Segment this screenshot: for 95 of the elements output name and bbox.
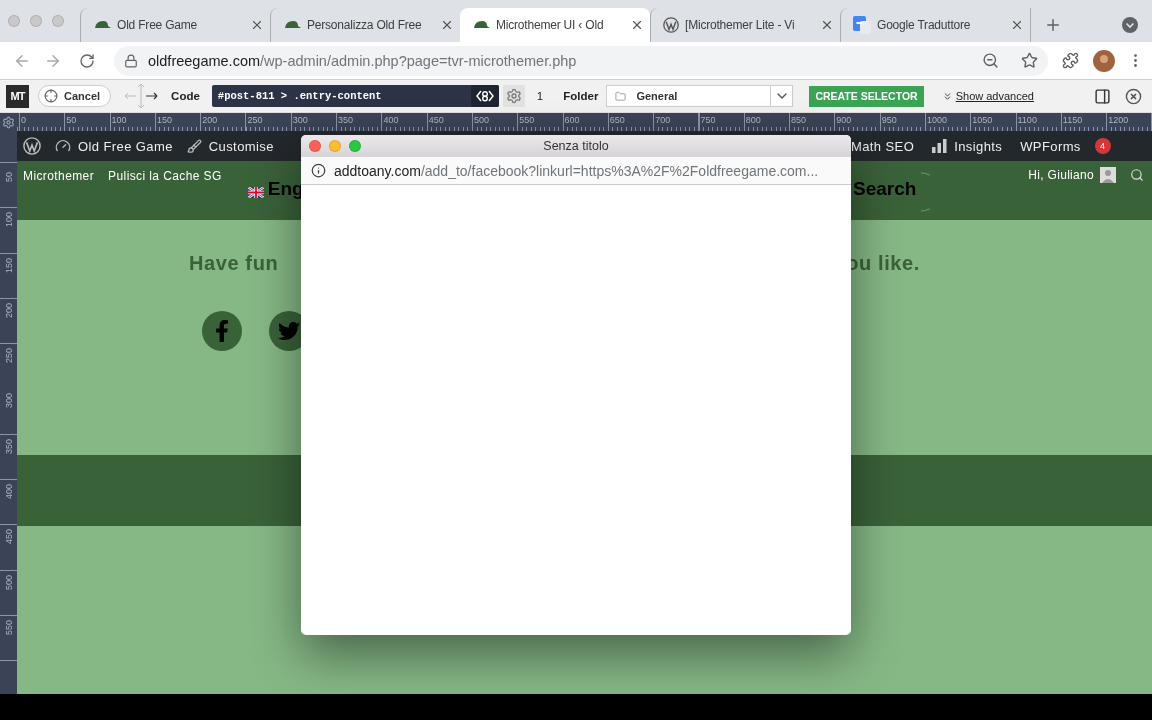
ruler-label: 750 [699, 114, 716, 127]
ruler-label: 1100 [1016, 114, 1037, 127]
ruler-label: 450 [427, 114, 444, 127]
address-bar[interactable]: oldfreegame.com/wp-admin/admin.php?page=tvr-microthemer.php [114, 45, 1049, 76]
crosshair-icon [44, 89, 58, 103]
code-label: Code [171, 90, 200, 102]
ruler-label: 150 [3, 256, 14, 273]
info-icon[interactable] [311, 163, 326, 178]
settings-icon[interactable] [2, 115, 15, 129]
ruler-label: 50 [65, 114, 77, 127]
ruler-label: 500 [3, 573, 14, 590]
ruler-label: 300 [291, 114, 308, 127]
ruler-label: 200 [3, 301, 14, 318]
header-menu-link[interactable]: Pulisci la Cache SG [108, 169, 222, 183]
ruler-label: 500 [472, 114, 489, 127]
selector-field[interactable]: #post-811 > .entry-content [211, 85, 499, 107]
ruler-label: 400 [382, 114, 399, 127]
cap-icon [472, 20, 490, 30]
dashboard-icon [55, 138, 71, 154]
star-icon[interactable] [1021, 52, 1039, 69]
close-icon[interactable] [1010, 18, 1024, 32]
ruler-label: 200 [201, 114, 218, 127]
ruler-label: 550 [518, 114, 535, 127]
ruler-label: 800 [744, 114, 761, 127]
bar-chart-icon [932, 139, 948, 153]
close-icon[interactable] [1125, 87, 1142, 105]
ruler-label: 950 [880, 114, 897, 127]
admin-bar-item[interactable]: Insights [932, 138, 1003, 154]
selector-count: 1 [536, 90, 544, 102]
ruler-label: 350 [3, 437, 14, 454]
heading: Have fun [189, 252, 279, 275]
ruler-label: 850 [790, 114, 807, 127]
ruler-label: 1200 [1107, 114, 1129, 127]
ruler-label: 600 [563, 114, 580, 127]
cap-icon [283, 20, 301, 30]
cancel-button[interactable]: Cancel [38, 85, 112, 107]
count-badge: 4 [1094, 138, 1111, 154]
ruler-label: 1150 [1061, 114, 1083, 127]
resize-arrows-icon[interactable] [123, 83, 160, 109]
ruler-label: 50 [3, 171, 14, 182]
ruler-label: 300 [3, 392, 14, 409]
ruler-label: 350 [337, 114, 354, 127]
settings-icon[interactable] [505, 88, 522, 104]
admin-bar-item[interactable]: WPForms 4 [1020, 138, 1111, 154]
ruler-label: 1050 [971, 114, 993, 127]
close-icon[interactable] [250, 18, 264, 32]
cap-icon [93, 20, 111, 30]
ruler-label: 650 [608, 114, 625, 127]
zoom-out-icon[interactable] [982, 52, 1000, 69]
ruler-label: 900 [835, 114, 852, 127]
microthemer-logo[interactable]: MT [6, 84, 29, 108]
close-icon[interactable] [630, 18, 644, 32]
ruler-label: 250 [3, 347, 14, 364]
brush-icon [186, 138, 202, 154]
close-window-button[interactable] [309, 140, 321, 152]
ruler-label: 100 [3, 211, 14, 228]
ruler-label: 150 [155, 114, 172, 127]
panel-icon[interactable] [1094, 87, 1111, 105]
admin-bar-item[interactable]: Customise [186, 138, 274, 154]
reload-icon[interactable] [79, 52, 95, 69]
header-menu-link[interactable]: Microthemer [23, 169, 95, 183]
ruler-label: 700 [654, 114, 671, 127]
window-title: Senza titolo [542, 139, 610, 153]
ruler-label: 0 [20, 114, 26, 127]
facebook-button[interactable] [202, 311, 242, 351]
wordpress-icon [23, 137, 41, 155]
ruler-label: 400 [3, 483, 14, 500]
translate-icon [853, 16, 871, 34]
admin-bar-item[interactable]: Math SEO [851, 138, 915, 154]
greeting-link[interactable]: Hi, Giuliano [1028, 167, 1116, 183]
extensions-icon[interactable] [1062, 52, 1080, 69]
ruler-label: 100 [110, 114, 127, 127]
ruler-label: 250 [246, 114, 263, 127]
folder-select[interactable]: General [606, 85, 794, 107]
ruler-label: 1000 [925, 114, 947, 127]
close-icon[interactable] [440, 18, 454, 32]
close-icon[interactable] [820, 18, 834, 32]
ruler-label: 450 [3, 528, 14, 545]
lock-icon [124, 53, 138, 68]
uk-flag-icon [247, 187, 264, 198]
browser-tab[interactable]: Microthemer UI ‹ Old [460, 8, 650, 42]
popup-url: addtoany.com/add_to/facebook?linkurl=https%3A%2F%2Foldfreegame.com... [334, 162, 819, 179]
admin-bar-item[interactable]: Old Free Game [55, 138, 173, 154]
code-icon[interactable] [475, 89, 494, 103]
show-advanced-link[interactable]: Show advanced [955, 90, 1034, 102]
circle-arc-icon [920, 172, 931, 212]
folder-label: Folder [563, 90, 599, 102]
avatar-icon [1100, 167, 1116, 183]
tab-menu-icon[interactable] [1122, 17, 1138, 33]
search-icon[interactable] [1130, 168, 1144, 182]
folder-icon [615, 90, 627, 102]
avatar-icon[interactable] [1093, 49, 1115, 72]
wordpress-icon [663, 17, 679, 33]
twitter-icon [278, 320, 300, 342]
ruler-label: 550 [3, 618, 14, 635]
